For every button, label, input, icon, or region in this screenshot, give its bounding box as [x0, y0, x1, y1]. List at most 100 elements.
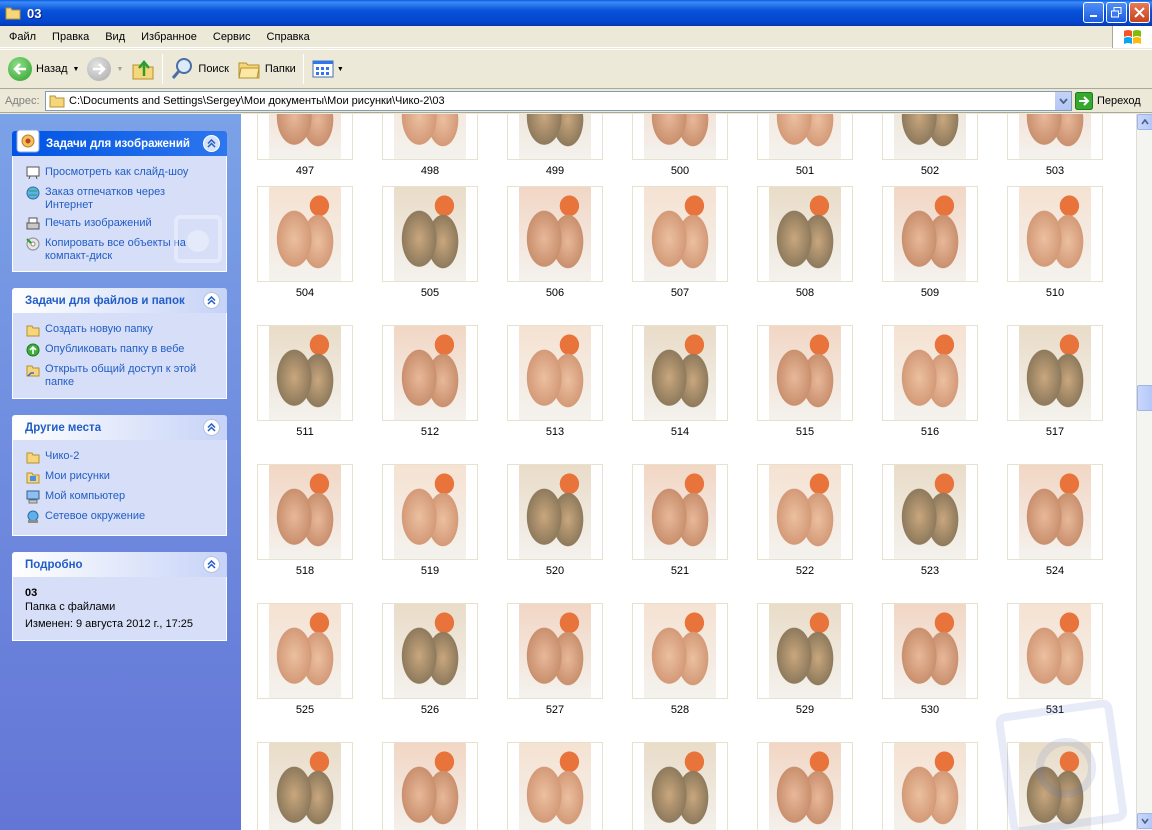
thumbnail-image[interactable]	[757, 742, 853, 830]
thumbnail-label[interactable]: 508	[757, 287, 853, 299]
thumbnail-image[interactable]	[257, 742, 353, 830]
thumbnail-image[interactable]	[507, 114, 603, 160]
collapse-icon[interactable]	[203, 292, 220, 309]
thumbnail-label[interactable]: 497	[257, 165, 353, 177]
maximize-button[interactable]	[1106, 2, 1127, 23]
chevron-down-icon[interactable]: ▼	[73, 66, 80, 73]
address-input[interactable]: C:\Documents and Settings\Sergey\Мои док…	[45, 91, 1072, 111]
thumbnail-label[interactable]: 523	[882, 565, 978, 577]
thumbnail-label[interactable]: 516	[882, 426, 978, 438]
image-tasks-header[interactable]: Задачи для изображений	[12, 129, 227, 156]
thumbnail-image[interactable]	[757, 325, 853, 421]
thumbnail-image[interactable]	[882, 114, 978, 160]
thumbnail-label[interactable]: 502	[882, 165, 978, 177]
place-my-computer[interactable]: Мой компьютер	[25, 490, 216, 505]
file-tasks-header[interactable]: Задачи для файлов и папок	[12, 288, 227, 313]
thumbnail-image[interactable]	[882, 603, 978, 699]
thumbnail-label[interactable]: 510	[1007, 287, 1103, 299]
vertical-scrollbar[interactable]	[1136, 114, 1152, 830]
up-folder-button[interactable]	[127, 52, 159, 86]
thumbnail-label[interactable]: 500	[632, 165, 728, 177]
menu-tools[interactable]: Сервис	[204, 26, 258, 47]
thumbnail-image[interactable]	[382, 325, 478, 421]
menu-view[interactable]: Вид	[96, 26, 132, 47]
minimize-button[interactable]	[1083, 2, 1104, 23]
place-chiko2[interactable]: Чико-2	[25, 450, 216, 465]
close-button[interactable]	[1129, 2, 1150, 23]
task-share-folder[interactable]: Открыть общий доступ к этой папке	[25, 363, 216, 389]
forward-button[interactable]: ▼	[83, 52, 127, 86]
place-network[interactable]: Сетевое окружение	[25, 510, 216, 525]
go-button[interactable]: Переход	[1075, 91, 1141, 111]
collapse-icon[interactable]	[203, 556, 220, 573]
collapse-icon[interactable]	[203, 135, 220, 152]
thumbnail-label[interactable]: 512	[382, 426, 478, 438]
thumbnail-image[interactable]	[507, 742, 603, 830]
thumbnail-image[interactable]	[382, 603, 478, 699]
thumbnail-image[interactable]	[382, 464, 478, 560]
thumbnail-label[interactable]: 527	[507, 704, 603, 716]
thumbnail-label[interactable]: 503	[1007, 165, 1103, 177]
thumbnail-label[interactable]: 511	[257, 426, 353, 438]
scroll-thumb[interactable]	[1137, 385, 1152, 411]
thumbnail-label[interactable]: 513	[507, 426, 603, 438]
thumbnail-label[interactable]: 530	[882, 704, 978, 716]
other-places-header[interactable]: Другие места	[12, 415, 227, 440]
thumbnail-image[interactable]	[1007, 603, 1103, 699]
thumbnail-image[interactable]	[882, 464, 978, 560]
thumbnail-label[interactable]: 507	[632, 287, 728, 299]
thumbnail-label[interactable]: 520	[507, 565, 603, 577]
thumbnail-label[interactable]: 499	[507, 165, 603, 177]
thumbnail-image[interactable]	[632, 325, 728, 421]
thumbnail-image[interactable]	[757, 186, 853, 282]
menu-favorites[interactable]: Избранное	[132, 26, 204, 47]
folders-button[interactable]: Папки	[233, 52, 300, 86]
thumbnail-label[interactable]: 529	[757, 704, 853, 716]
thumbnail-image[interactable]	[757, 114, 853, 160]
task-publish-web[interactable]: Опубликовать папку в вебе	[25, 343, 216, 358]
thumbnail-label[interactable]: 501	[757, 165, 853, 177]
thumbnail-label[interactable]: 515	[757, 426, 853, 438]
thumbnail-label[interactable]: 518	[257, 565, 353, 577]
thumbnail-image[interactable]	[757, 603, 853, 699]
thumbnail-image[interactable]	[382, 186, 478, 282]
thumbnail-label[interactable]: 522	[757, 565, 853, 577]
collapse-icon[interactable]	[203, 419, 220, 436]
menu-file[interactable]: Файл	[0, 26, 43, 47]
thumbnail-label[interactable]: 509	[882, 287, 978, 299]
thumbnail-image[interactable]	[382, 114, 478, 160]
thumbnail-image[interactable]	[1007, 186, 1103, 282]
task-new-folder[interactable]: Создать новую папку	[25, 323, 216, 338]
thumbnail-image[interactable]	[632, 186, 728, 282]
details-header[interactable]: Подробно	[12, 552, 227, 577]
place-my-pictures[interactable]: Мои рисунки	[25, 470, 216, 485]
thumbnail-label[interactable]: 505	[382, 287, 478, 299]
back-button[interactable]: Назад ▼	[4, 52, 83, 86]
thumbnail-image[interactable]	[382, 742, 478, 830]
task-slideshow[interactable]: Просмотреть как слайд-шоу	[25, 166, 216, 181]
thumbnail-image[interactable]	[882, 186, 978, 282]
thumbnail-label[interactable]: 525	[257, 704, 353, 716]
thumbnail-image[interactable]	[257, 325, 353, 421]
thumbnail-label[interactable]: 498	[382, 165, 478, 177]
thumbnail-label[interactable]: 514	[632, 426, 728, 438]
thumbnail-label[interactable]: 517	[1007, 426, 1103, 438]
views-button[interactable]: ▼	[307, 52, 348, 86]
thumbnail-image[interactable]	[1007, 325, 1103, 421]
thumbnail-image[interactable]	[1007, 464, 1103, 560]
thumbnail-image[interactable]	[882, 742, 978, 830]
thumbnail-image[interactable]	[507, 325, 603, 421]
search-button[interactable]: Поиск	[166, 52, 232, 86]
address-dropdown-button[interactable]	[1054, 92, 1071, 110]
thumbnail-image[interactable]	[1007, 114, 1103, 160]
thumbnail-image[interactable]	[882, 325, 978, 421]
thumbnail-label[interactable]: 504	[257, 287, 353, 299]
thumbnail-image[interactable]	[632, 603, 728, 699]
thumbnail-image[interactable]	[507, 464, 603, 560]
thumbnail-image[interactable]	[257, 603, 353, 699]
thumbnail-image[interactable]	[632, 742, 728, 830]
thumbnail-label[interactable]: 506	[507, 287, 603, 299]
thumbnail-image[interactable]	[257, 464, 353, 560]
scroll-down-button[interactable]	[1137, 813, 1152, 829]
scroll-up-button[interactable]	[1137, 114, 1152, 130]
